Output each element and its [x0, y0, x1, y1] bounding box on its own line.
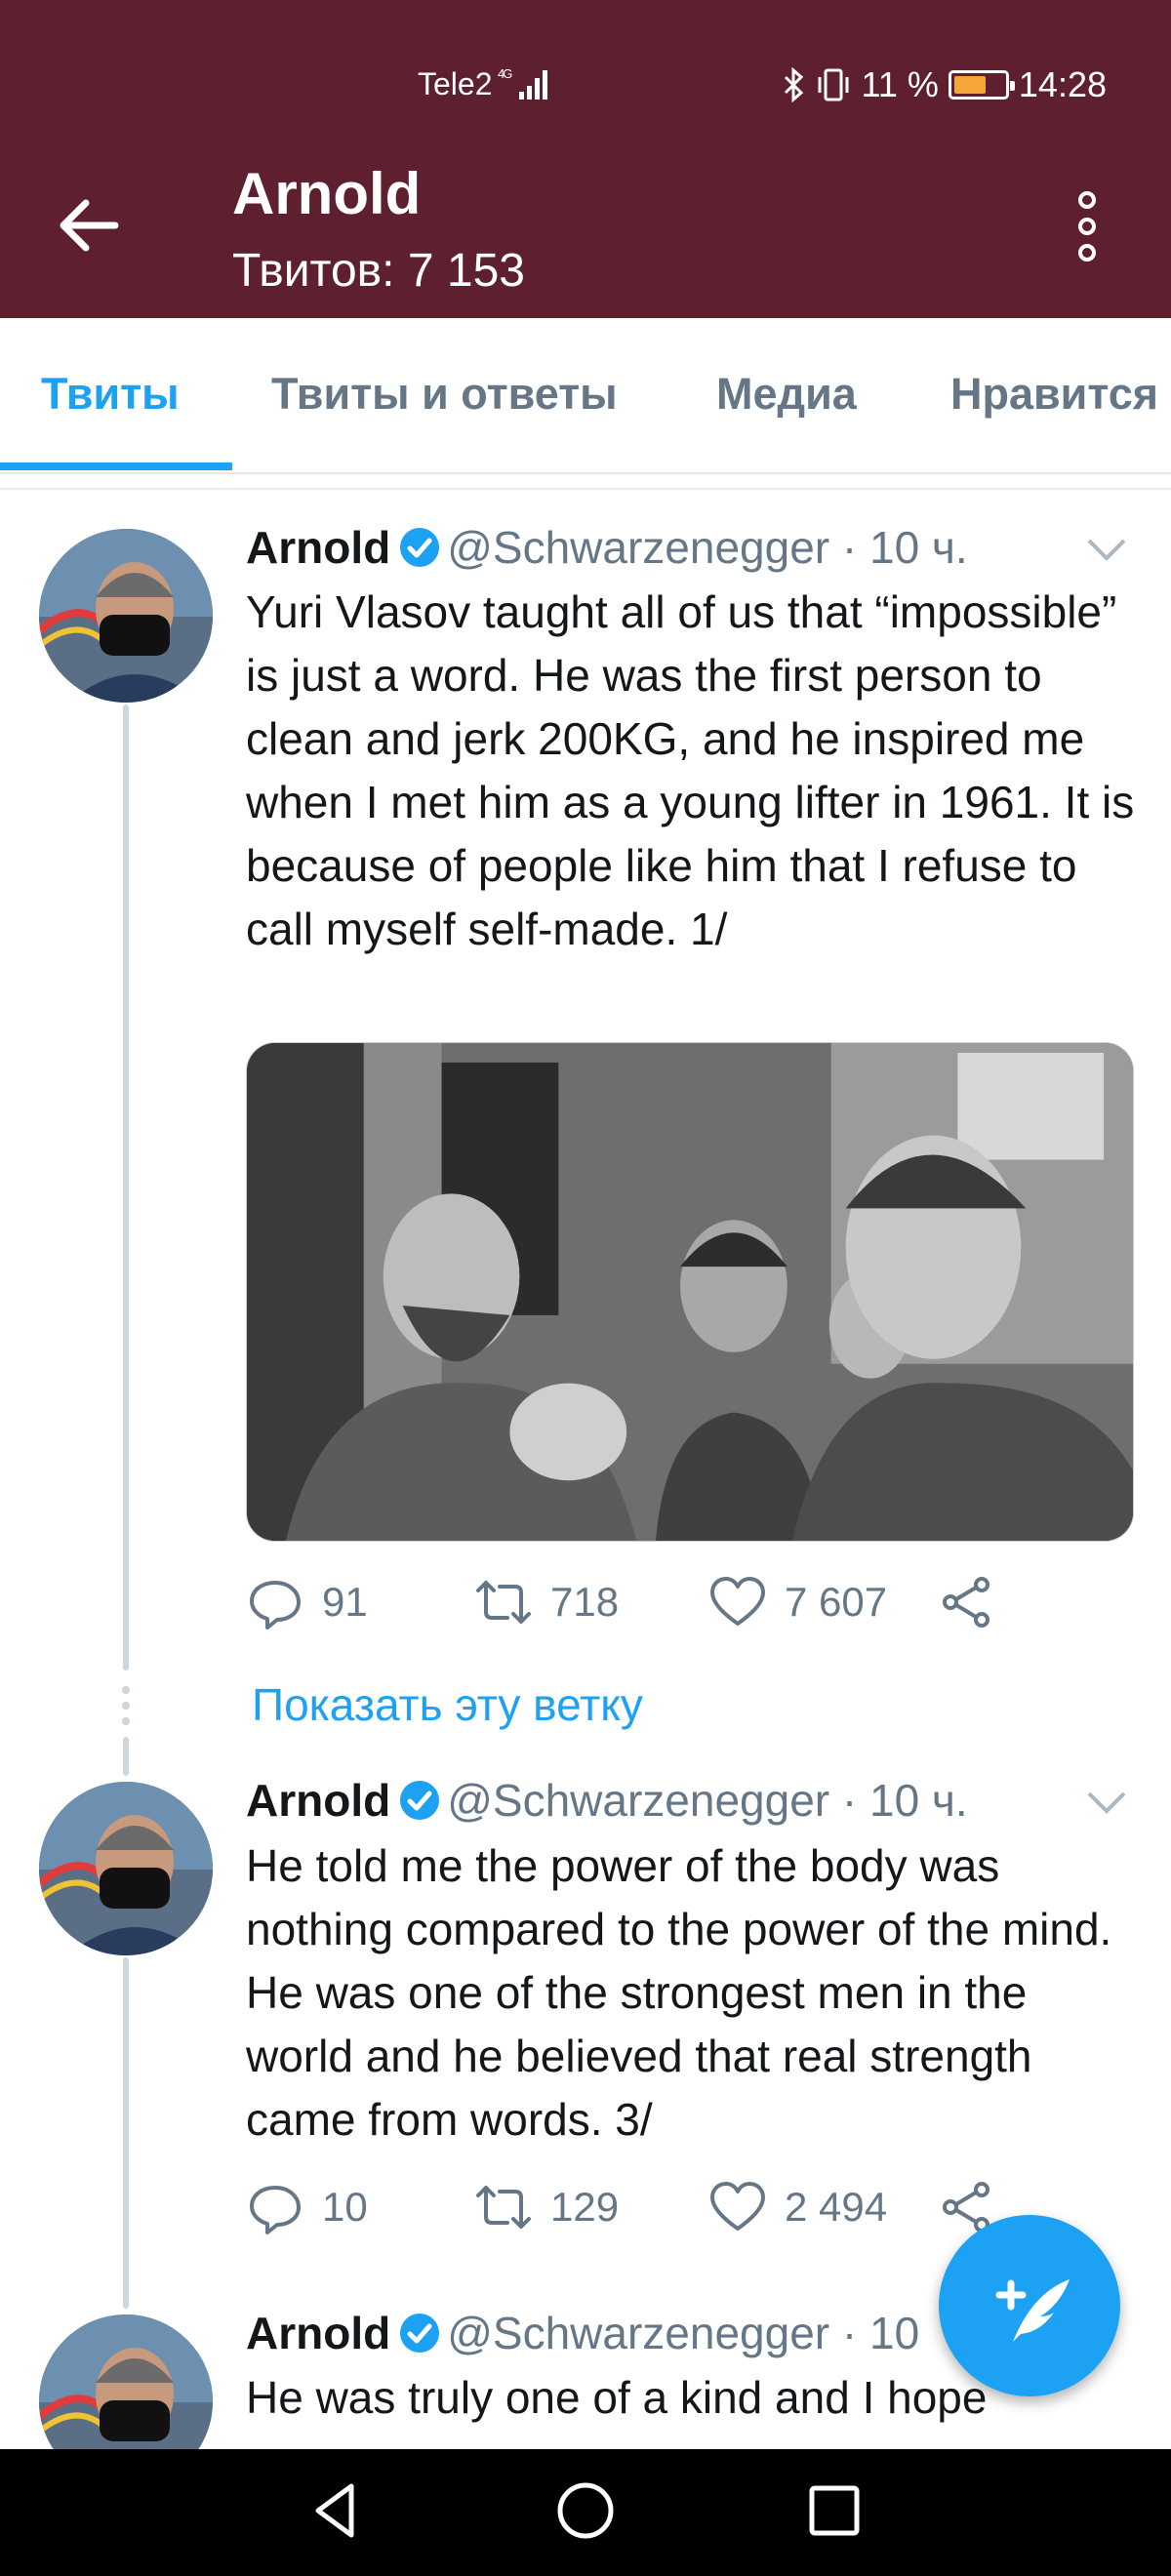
tab-likes[interactable]: Нравится [950, 369, 1158, 420]
reply-button[interactable]: 91 [246, 1573, 368, 1631]
signal-icon: 4G [498, 64, 556, 111]
active-tab-indicator [0, 463, 232, 470]
compose-tweet-button[interactable] [939, 2215, 1120, 2396]
battery-percent: 11 % [861, 64, 939, 104]
retweet-count: 718 [550, 1579, 620, 1625]
tweet-text: Yuri Vlasov taught all of us that “impos… [246, 586, 1135, 954]
battery-icon [948, 70, 1015, 100]
author-handle[interactable]: @Schwarzenegger [447, 2308, 829, 2358]
reply-button[interactable]: 10 [246, 2178, 368, 2236]
thread-line [123, 1737, 129, 1776]
more-vertical-icon[interactable] [1066, 191, 1109, 269]
tweet-photo[interactable] [246, 1042, 1134, 1542]
like-icon [710, 1577, 765, 1626]
status-indicators: 11 % 14:28 [782, 64, 1107, 105]
nav-recents-icon[interactable] [800, 2476, 868, 2545]
nav-home-icon[interactable] [551, 2476, 620, 2545]
status-bar: Tele2 4G 11 % 14:28 [0, 60, 1171, 109]
verified-icon [400, 1781, 440, 1820]
retweet-count: 129 [550, 2184, 620, 2230]
vibrate-icon [818, 68, 849, 101]
profile-name: Arnold [232, 161, 422, 226]
tweet-header: Arnold @Schwarzenegger · 10 ч. [246, 521, 968, 574]
avatar[interactable] [39, 1782, 213, 1955]
like-icon [710, 2182, 765, 2231]
svg-text:4G: 4G [498, 66, 512, 81]
author-name[interactable]: Arnold [246, 1775, 390, 1826]
tweet-count: Твитов: 7 153 [232, 245, 525, 297]
tweet-time: · 10 [841, 2308, 920, 2358]
thread-line [123, 704, 129, 1670]
like-button[interactable]: 7 607 [708, 1573, 887, 1631]
retweet-button[interactable]: 129 [474, 2178, 619, 2236]
reply-count: 91 [322, 1579, 368, 1625]
avatar[interactable] [39, 529, 213, 703]
tab-media[interactable]: Медиа [716, 369, 857, 420]
compose-icon [995, 2279, 1070, 2342]
back-arrow-icon[interactable] [55, 191, 123, 260]
retweet-icon [476, 2186, 531, 2229]
tweet-time: · 10 ч. [841, 1775, 968, 1826]
thread-line [123, 1957, 129, 2309]
reply-icon [250, 2186, 301, 2234]
like-count: 7 607 [785, 1579, 888, 1625]
author-name[interactable]: Arnold [246, 522, 390, 573]
bluetooth-icon [784, 67, 803, 102]
tweet-time: · 10 ч. [841, 522, 968, 573]
verified-icon [400, 528, 440, 567]
retweet-icon [476, 1581, 531, 1624]
tweet-text: He told me the power of the body was not… [246, 1840, 1112, 2145]
tweet-header: Arnold @Schwarzenegger · 10 [246, 2307, 919, 2359]
profile-tabs: Твиты Твиты и ответы Медиа Нравится [0, 318, 1171, 474]
nav-back-icon[interactable] [303, 2476, 371, 2545]
like-button[interactable]: 2 494 [708, 2178, 887, 2236]
show-thread-link[interactable]: Показать эту ветку [252, 1678, 643, 1731]
author-handle[interactable]: @Schwarzenegger [447, 1775, 829, 1826]
retweet-button[interactable]: 718 [474, 1573, 619, 1631]
tweet-actions: 91 718 7 607 [246, 1573, 1085, 1641]
system-nav-bar [0, 2449, 1171, 2576]
tweet-header: Arnold @Schwarzenegger · 10 ч. [246, 1774, 968, 1827]
reply-count: 10 [322, 2184, 368, 2230]
clock: 14:28 [1018, 64, 1107, 104]
tab-tweets-and-replies[interactable]: Твиты и ответы [271, 369, 618, 420]
tab-tweets[interactable]: Твиты [41, 369, 180, 420]
reply-icon [250, 1581, 301, 1630]
chevron-down-icon[interactable] [1085, 1788, 1128, 1817]
profile-header: Tele2 4G 11 % 14:28 Arnold Твитов: 7 153 [0, 0, 1171, 318]
author-handle[interactable]: @Schwarzenegger [447, 522, 829, 573]
author-name[interactable]: Arnold [246, 2308, 390, 2358]
verified-icon [400, 2314, 440, 2353]
carrier-label: Tele2 [418, 66, 493, 101]
thread-dots [122, 1686, 130, 1733]
share-icon[interactable] [937, 1573, 995, 1631]
tweet-text: He was truly one of a kind and I hope [246, 2372, 988, 2423]
like-count: 2 494 [785, 2184, 888, 2230]
divider [0, 488, 1171, 490]
chevron-down-icon[interactable] [1085, 535, 1128, 564]
